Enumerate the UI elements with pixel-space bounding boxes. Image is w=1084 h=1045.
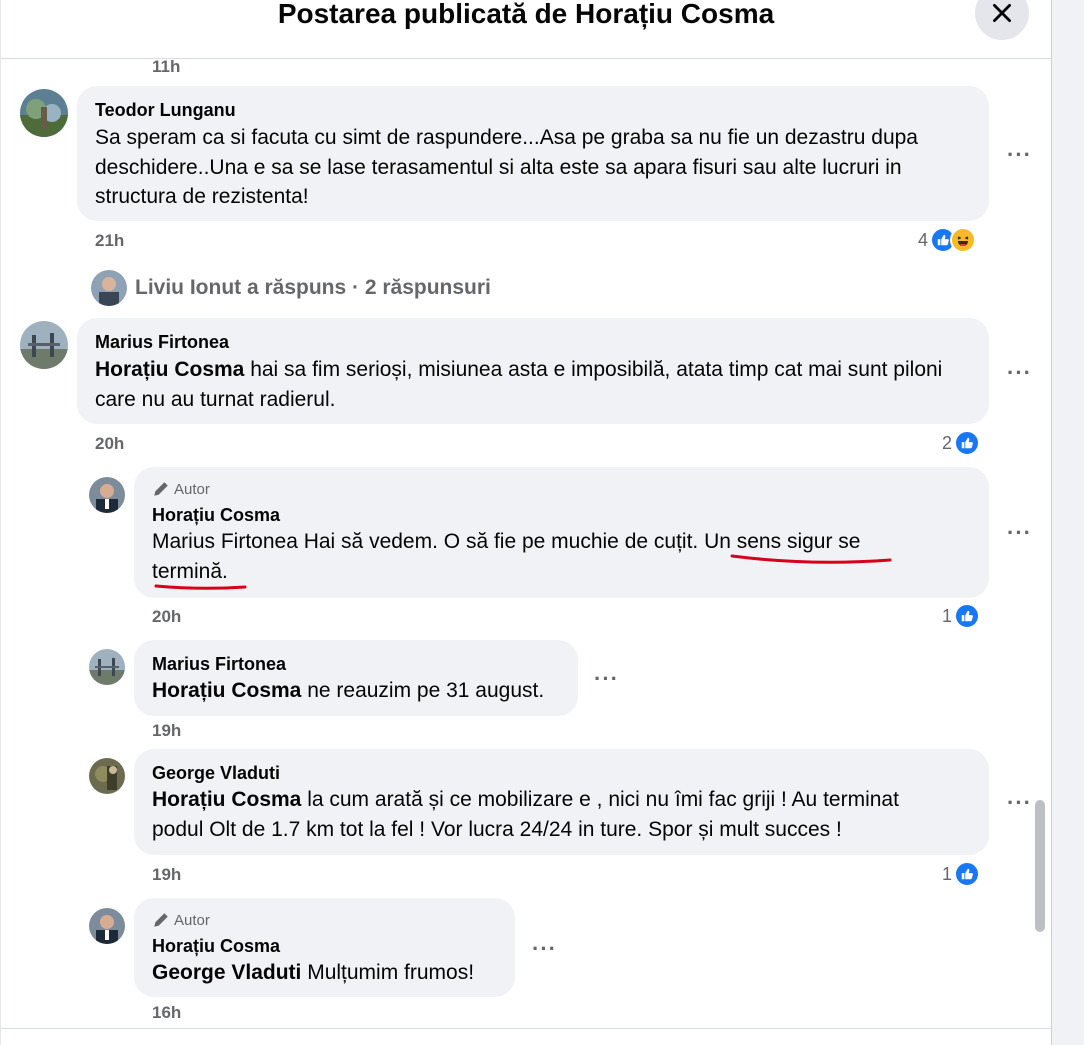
- more-options-icon[interactable]: ···: [1007, 522, 1032, 544]
- reactions[interactable]: 1: [942, 861, 981, 887]
- reaction-count: 1: [942, 863, 953, 884]
- mention-link[interactable]: Horațiu Cosma: [152, 788, 301, 811]
- mention-link[interactable]: George Vladuti: [152, 961, 301, 984]
- post-dialog: Postarea publicată de Horațiu Cosma 11h …: [0, 0, 1051, 1045]
- reply-text: Horațiu Cosma ne reauzim pe 31 august.: [152, 676, 572, 706]
- author-badge: Autor: [152, 911, 210, 929]
- reply-bubble: George Vladuti Horațiu Cosma la cum arat…: [134, 749, 989, 855]
- pencil-icon: [154, 913, 168, 927]
- more-options-icon[interactable]: ···: [1007, 792, 1032, 814]
- author-badge-label: Autor: [174, 911, 210, 929]
- reply-author[interactable]: Horațiu Cosma: [152, 936, 280, 957]
- like-icon: [954, 861, 981, 887]
- reply-timestamp[interactable]: 20h: [152, 607, 181, 627]
- red-underline-annotation: [154, 554, 892, 590]
- reply-body-line2: podul Olt de 1.7 km tot la fel ! Vor luc…: [152, 817, 842, 841]
- reply-bubble: Autor Horațiu Cosma George Vladuti Mulțu…: [134, 898, 515, 997]
- reply-author[interactable]: Marius Firtonea: [152, 654, 286, 675]
- more-options-icon[interactable]: ···: [594, 668, 619, 690]
- reply-timestamp[interactable]: 16h: [152, 1003, 181, 1023]
- reply-body: ne reauzim pe 31 august.: [307, 679, 545, 702]
- reply-body-line1: la cum arată și ce mobilizare e , nici n…: [307, 788, 899, 811]
- reactions[interactable]: 1: [942, 603, 981, 629]
- avatar[interactable]: [89, 908, 125, 944]
- reply-bubble: Marius Firtonea Horațiu Cosma ne reauzim…: [134, 640, 578, 716]
- more-options-icon[interactable]: ···: [532, 938, 557, 960]
- avatar[interactable]: [89, 649, 125, 685]
- reply-body: Mulțumim frumos!: [307, 961, 475, 984]
- reply-timestamp[interactable]: 19h: [152, 865, 181, 885]
- like-icon: [954, 603, 981, 629]
- reply-timestamp[interactable]: 19h: [152, 721, 181, 741]
- scrollbar-thumb[interactable]: [1035, 800, 1045, 932]
- reply-text: George Vladuti Mulțumim frumos!: [152, 958, 512, 988]
- avatar[interactable]: [89, 758, 125, 794]
- mention-link[interactable]: Horațiu Cosma: [152, 679, 301, 702]
- divider: [1, 1028, 1051, 1029]
- page-background: [1051, 0, 1084, 1045]
- reply-author[interactable]: George Vladuti: [152, 763, 280, 784]
- reply-text: Horațiu Cosma la cum arată și ce mobiliz…: [152, 785, 982, 844]
- reaction-count: 1: [942, 605, 953, 626]
